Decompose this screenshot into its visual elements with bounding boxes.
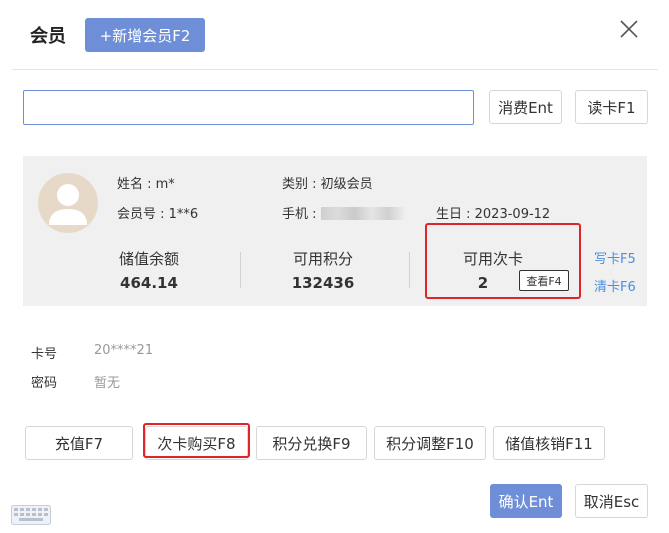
add-member-button[interactable]: +新增会员F2 — [85, 18, 205, 52]
password-value: 暂无 — [94, 376, 121, 391]
phone-masked-value — [320, 207, 405, 220]
keyboard-icon[interactable] — [11, 505, 51, 525]
read-card-button[interactable]: 读卡F1 — [575, 90, 648, 124]
card-number-value: 20****21 — [94, 343, 154, 358]
stat-value: 464.14 — [120, 274, 178, 292]
points-adjust-button[interactable]: 积分调整F10 — [374, 426, 486, 460]
cancel-button[interactable]: 取消Esc — [575, 484, 648, 518]
member-phone: 手机 : — [282, 203, 405, 222]
member-birthday: 生日 : 2023-09-12 — [436, 207, 551, 222]
stat-value: 132436 — [291, 274, 355, 292]
member-category: 类别 : 初级会员 — [282, 177, 373, 192]
confirm-button[interactable]: 确认Ent — [490, 484, 562, 518]
stat-label: 可用积分 — [292, 250, 353, 268]
recharge-button[interactable]: 充值F7 — [25, 426, 133, 460]
stat-balance: 储值余额 464.14 — [69, 248, 229, 292]
write-card-link[interactable]: 写卡F5 — [594, 248, 636, 267]
stat-divider — [240, 252, 241, 288]
phone-label: 手机 : — [282, 207, 317, 222]
highlight-box — [143, 423, 250, 458]
member-name: 姓名 : m* — [117, 177, 175, 192]
stored-value-writeoff-button[interactable]: 储值核销F11 — [493, 426, 605, 460]
member-dialog: 会员 +新增会员F2 消费Ent 读卡F1 姓名 : m* 类别 : 初级会员 … — [0, 0, 669, 533]
points-redeem-button[interactable]: 积分兑换F9 — [256, 426, 367, 460]
stat-points: 可用积分 132436 — [243, 248, 403, 292]
avatar — [38, 173, 98, 233]
close-icon[interactable] — [618, 18, 640, 40]
card-number-label: 卡号 — [31, 347, 58, 362]
highlight-box — [425, 223, 581, 299]
header-divider — [12, 69, 658, 70]
stat-label: 储值余额 — [118, 250, 179, 268]
dialog-title: 会员 — [30, 26, 66, 47]
member-search-input[interactable] — [23, 90, 474, 125]
clear-card-link[interactable]: 清卡F6 — [594, 276, 636, 295]
user-avatar-icon — [49, 184, 87, 225]
consume-button[interactable]: 消费Ent — [489, 90, 562, 124]
member-number: 会员号 : 1**6 — [117, 207, 199, 222]
password-label: 密码 — [31, 376, 58, 391]
